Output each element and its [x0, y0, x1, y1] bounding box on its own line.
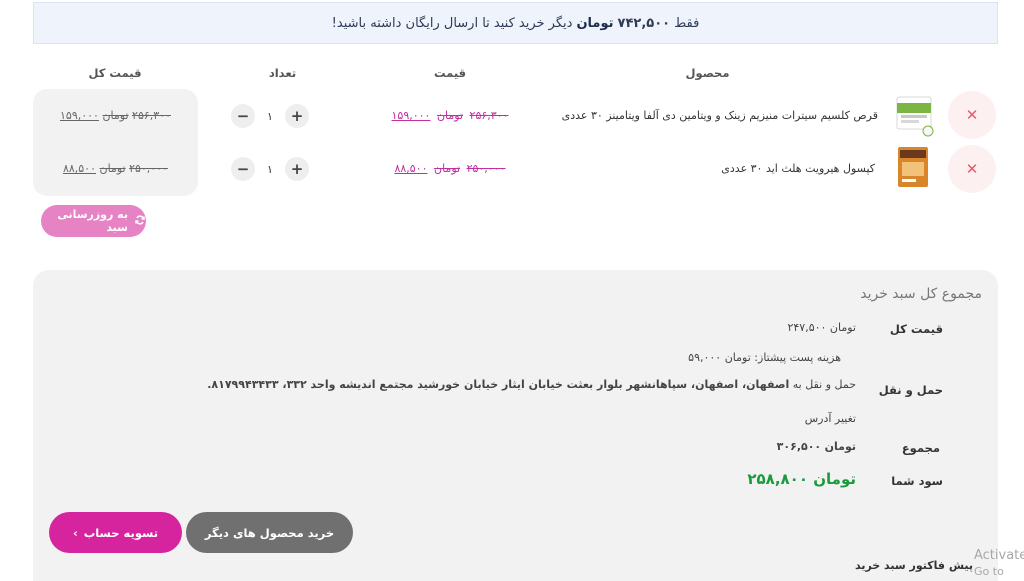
total-value: تومان ۳۰۶,۵۰۰ — [776, 440, 856, 453]
total-label: مجموع — [901, 441, 940, 455]
row-total: ۲۵۶,۳۰۰ تومان ۱۵۹,۰۰۰ — [33, 109, 198, 122]
product-name[interactable]: قرص کلسیم سیترات منیزیم زینک و ویتامین د… — [548, 109, 878, 122]
notice-suffix: دیگر خرید کنید تا ارسال رایگان داشته باش… — [331, 15, 573, 31]
product-name[interactable]: کپسول هیرویت هلث اید ۳۰ عددی — [545, 162, 875, 175]
increase-quantity-button[interactable]: + — [285, 104, 309, 128]
quantity-value[interactable]: ۱ — [265, 110, 275, 123]
old-total-currency: تومان — [102, 109, 129, 122]
notice-unit: تومان — [576, 15, 614, 31]
unit-price: ۲۵۰,۰۰۰ تومان ۸۸,۵۰۰ — [355, 162, 545, 175]
close-icon: ✕ — [965, 106, 979, 124]
product-thumbnail[interactable] — [895, 93, 935, 139]
increase-quantity-button[interactable]: + — [285, 157, 309, 181]
new-price: ۸۸,۵۰۰ — [394, 162, 428, 175]
old-total: ۲۵۶,۳۰۰ — [132, 109, 171, 122]
subtotal-value: تومان ۲۴۷,۵۰۰ — [787, 321, 856, 334]
profit-value: تومان ۲۵۸,۸۰۰ — [747, 470, 856, 488]
decrease-quantity-button[interactable]: − — [231, 157, 255, 181]
continue-shopping-button[interactable]: خرید محصول های دیگر — [186, 512, 353, 553]
old-total-currency: تومان — [99, 162, 126, 175]
checkout-label: تسویه حساب — [83, 525, 159, 540]
update-cart-label: به روزرسانی سبد — [57, 208, 128, 234]
old-total: ۲۵۰,۰۰۰ — [129, 162, 169, 175]
header-total: قیمت کل — [88, 66, 142, 80]
notice-amount: ۷۴۲,۵۰۰ — [617, 15, 671, 31]
profit-label: سود شما — [891, 474, 943, 488]
pre-invoice-label[interactable]: پیش فاکتور سبد خرید — [760, 559, 973, 572]
quantity-stepper: − ۱ + — [231, 157, 309, 181]
header-quantity: تعداد — [268, 66, 297, 80]
header-product: محصول — [685, 66, 730, 80]
free-shipping-notice: فقط ۷۴۲,۵۰۰ تومان دیگر خرید کنید تا ارسا… — [33, 2, 998, 44]
shipping-cost: هزینه پست پیشتاز: تومان ۵۹,۰۰۰ — [688, 351, 841, 364]
quantity-stepper: − ۱ + — [231, 104, 309, 128]
old-price-currency: تومان — [434, 162, 461, 175]
change-address-link[interactable]: تغییر آدرس — [805, 412, 856, 425]
close-icon: ✕ — [965, 160, 979, 178]
quantity-value[interactable]: ۱ — [265, 163, 275, 176]
row-total: ۲۵۰,۰۰۰ تومان ۸۸,۵۰۰ — [33, 162, 198, 175]
refresh-icon — [134, 214, 146, 229]
header-price: قیمت — [433, 66, 467, 80]
old-price: ۲۵۰,۰۰۰ — [466, 162, 506, 175]
new-price: ۱۵۹,۰۰۰ — [391, 109, 431, 122]
old-price: ۲۵۶,۳۰۰ — [469, 109, 509, 122]
update-cart-button[interactable]: به روزرسانی سبد — [41, 205, 146, 237]
new-total: ۸۸,۵۰۰ — [62, 162, 96, 175]
shipping-label: حمل و نقل — [878, 383, 943, 397]
new-total: ۱۵۹,۰۰۰ — [60, 109, 99, 122]
notice-prefix: فقط — [674, 15, 700, 31]
activation-watermark: Activate Go to Setti — [974, 548, 1024, 578]
product-thumbnail[interactable] — [895, 145, 935, 191]
subtotal-label: قیمت کل — [889, 322, 943, 336]
continue-shopping-label: خرید محصول های دیگر — [204, 525, 335, 540]
old-price-currency: تومان — [436, 109, 464, 122]
total-column-box — [33, 89, 198, 196]
remove-item-button[interactable]: ✕ — [948, 145, 996, 193]
cart-totals-title: مجموع کل سبد خرید — [860, 286, 982, 302]
remove-item-button[interactable]: ✕ — [948, 91, 996, 139]
decrease-quantity-button[interactable]: − — [231, 104, 255, 128]
unit-price: ۲۵۶,۳۰۰ تومان ۱۵۹,۰۰۰ — [355, 109, 545, 122]
chevron-left-icon: › — [72, 525, 78, 540]
checkout-button[interactable]: تسویه حساب › — [49, 512, 182, 553]
shipping-destination: حمل و نقل به اصفهان، اصفهان، سپاهانشهر ب… — [207, 378, 856, 391]
